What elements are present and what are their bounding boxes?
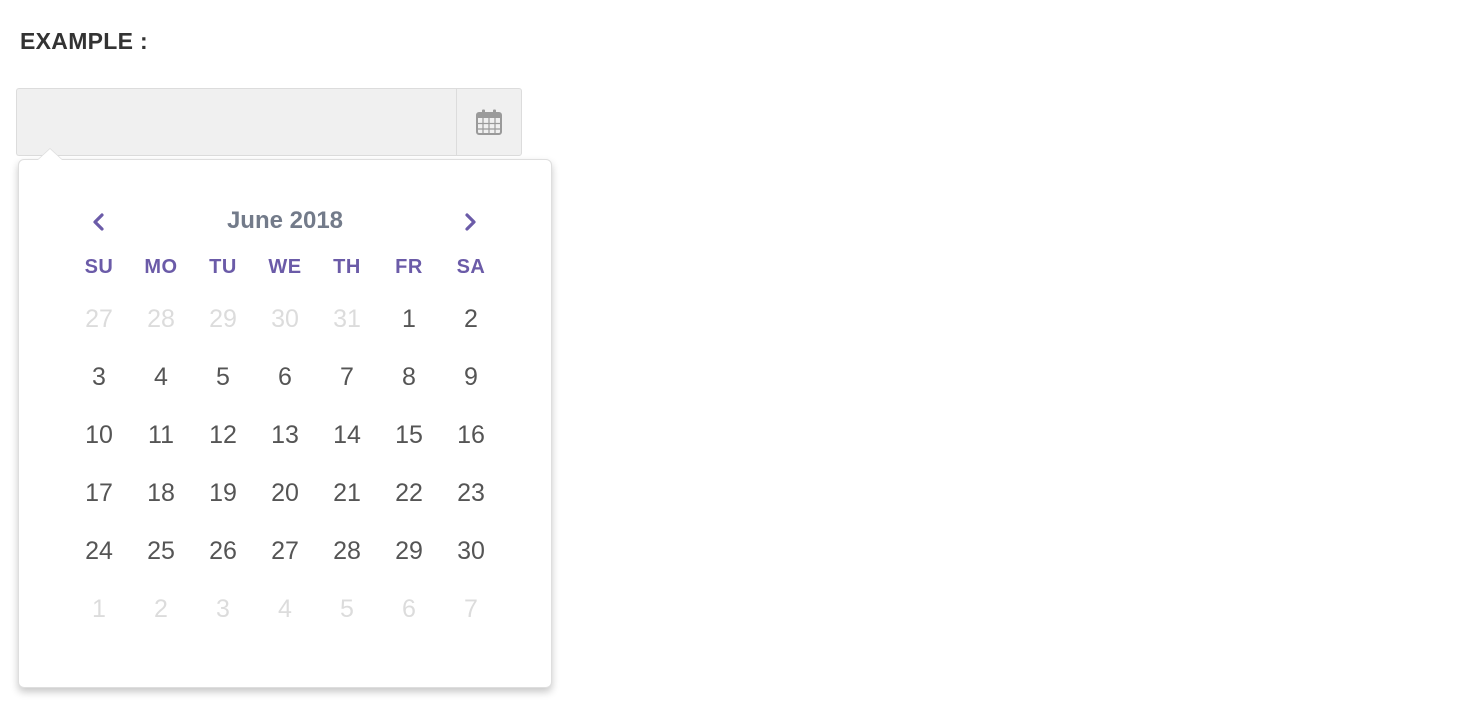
calendar-day-outside-month[interactable]: 30 (254, 305, 316, 334)
calendar-day-outside-month[interactable]: 7 (440, 595, 502, 624)
chevron-right-icon (465, 213, 476, 231)
calendar-week-row: 1234567 (68, 580, 502, 638)
weekday-label: WE (268, 255, 302, 278)
weekday-label: FR (395, 255, 423, 278)
calendar-day[interactable]: 9 (440, 363, 502, 392)
calendar-day[interactable]: 23 (440, 479, 502, 508)
calendar-day-outside-month[interactable]: 27 (68, 305, 130, 334)
calendar-week-row: 24 25 26 27 28 29 30 (68, 522, 502, 580)
calendar-week-row: 10 11 12 13 14 15 16 (68, 406, 502, 464)
calendar-day[interactable]: 1 (378, 305, 440, 334)
calendar-day-outside-month[interactable]: 3 (192, 595, 254, 624)
calendar-day-outside-month[interactable]: 31 (316, 305, 378, 334)
calendar-day[interactable]: 20 (254, 479, 316, 508)
date-picker-field (16, 88, 522, 156)
calendar-toggle-button[interactable] (456, 88, 522, 156)
calendar-day[interactable]: 7 (316, 363, 378, 392)
calendar-day-outside-month[interactable]: 5 (316, 595, 378, 624)
weekday-label: TU (209, 255, 237, 278)
calendar-week-row: 3456789 (68, 348, 502, 406)
calendar-day[interactable]: 3 (68, 363, 130, 392)
calendar-popup: June 2018 SU MO TU WE TH FR SA 27 28 29 30 3… (18, 148, 553, 688)
calendar-week-row: 17 18 19 20 21 22 23 (68, 464, 502, 522)
next-month-button[interactable] (452, 204, 488, 240)
calendar-icon (476, 109, 502, 135)
calendar-header: June 2018 (19, 200, 553, 244)
calendar-weeks: 27 28 29 30 31 1 2 3 4 5 6 7 8 9 10 11 12 13 14 15 16 17 18 19 2… (68, 290, 502, 638)
calendar-day-outside-month[interactable]: 2 (130, 595, 192, 624)
calendar-week-row: 27 28 29 30 31 1 2 (68, 290, 502, 348)
calendar-day[interactable]: 29 (378, 537, 440, 566)
calendar-day[interactable]: 18 (130, 479, 192, 508)
weekday-header-row: SU MO TU WE TH FR SA (68, 244, 502, 290)
calendar-day[interactable]: 15 (378, 421, 440, 450)
calendar-day[interactable]: 12 (192, 421, 254, 450)
calendar-day[interactable]: 24 (68, 537, 130, 566)
calendar-day[interactable]: 14 (316, 421, 378, 450)
calendar-day-outside-month[interactable]: 6 (378, 595, 440, 624)
weekday-label: TH (333, 255, 361, 278)
calendar-day[interactable]: 5 (192, 363, 254, 392)
calendar-day[interactable]: 25 (130, 537, 192, 566)
calendar-day[interactable]: 8 (378, 363, 440, 392)
calendar-day[interactable]: 6 (254, 363, 316, 392)
weekday-label: SU (84, 255, 114, 278)
calendar-grid: SU MO TU WE TH FR SA 27 28 29 30 31 1 2 3 4 5 6 7 8 9… (68, 250, 502, 638)
weekday-label: SA (456, 255, 486, 278)
calendar-day[interactable]: 22 (378, 479, 440, 508)
field-label: EXAMPLE : (20, 28, 148, 54)
calendar-day[interactable]: 21 (316, 479, 378, 508)
calendar-day[interactable]: 17 (68, 479, 130, 508)
calendar-day[interactable]: 30 (440, 537, 502, 566)
calendar-day-outside-month[interactable]: 4 (254, 595, 316, 624)
calendar-day[interactable]: 13 (254, 421, 316, 450)
date-input[interactable] (16, 88, 456, 156)
calendar-day[interactable]: 19 (192, 479, 254, 508)
calendar-day[interactable]: 4 (130, 363, 192, 392)
calendar-day[interactable]: 16 (440, 421, 502, 450)
calendar-day-outside-month[interactable]: 29 (192, 305, 254, 334)
calendar-day[interactable]: 10 (68, 421, 130, 450)
calendar-day[interactable]: 26 (192, 537, 254, 566)
calendar-day[interactable]: 27 (254, 537, 316, 566)
weekday-label: MO (144, 255, 178, 278)
popup-pointer (37, 148, 63, 160)
calendar-day[interactable]: 2 (440, 305, 502, 334)
calendar-day[interactable]: 28 (316, 537, 378, 566)
calendar-day[interactable]: 11 (130, 421, 192, 450)
calendar-day-outside-month[interactable]: 28 (130, 305, 192, 334)
calendar-day-outside-month[interactable]: 1 (68, 595, 130, 624)
